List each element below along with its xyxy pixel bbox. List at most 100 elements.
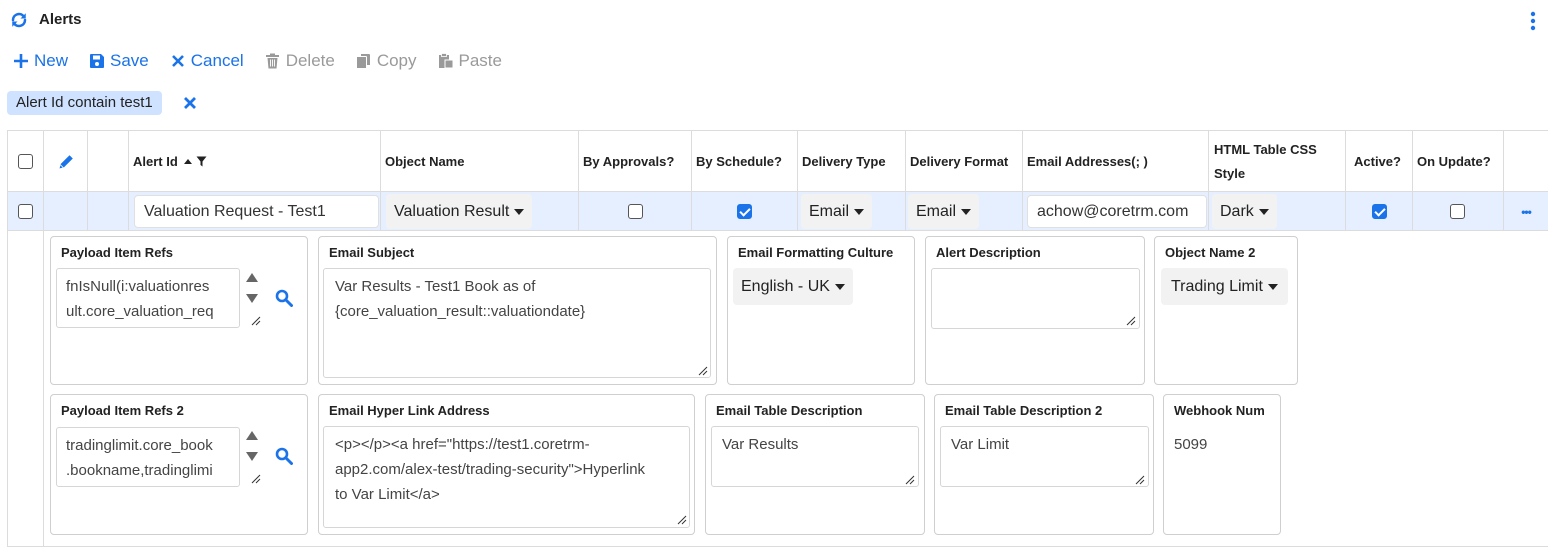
resize-handle-icon[interactable] xyxy=(251,474,261,484)
payload-item-refs-line1: fnIsNull(i:valuationres xyxy=(66,278,210,295)
email-table-description-label: Email Table Description xyxy=(716,403,863,418)
alert-id-input[interactable]: Valuation Request - Test1 xyxy=(134,195,379,228)
on-update-header[interactable]: On Update? xyxy=(1413,131,1504,192)
active-cell xyxy=(1346,192,1413,231)
html-css-style-value: Dark xyxy=(1220,202,1254,220)
select-all-cell xyxy=(8,131,44,192)
sort-ascending-icon[interactable] xyxy=(183,158,193,166)
email-addresses-input[interactable]: achow@coretrm.com xyxy=(1027,195,1207,228)
active-checkbox[interactable] xyxy=(1371,204,1387,219)
webhook-num-value: 5099 xyxy=(1174,436,1208,453)
delivery-type-header[interactable]: Delivery Type xyxy=(798,131,906,192)
delivery-type-dropdown[interactable]: Email xyxy=(801,194,873,229)
chevron-down-icon xyxy=(1267,283,1278,290)
resize-handle-icon[interactable] xyxy=(1135,475,1145,485)
on-update-cell xyxy=(1413,192,1504,231)
by-approvals-header[interactable]: By Approvals? xyxy=(579,131,692,192)
email-table-description-2-label: Email Table Description 2 xyxy=(945,403,1103,418)
select-all-checkbox[interactable] xyxy=(18,154,33,169)
alert-description-textarea[interactable] xyxy=(931,268,1140,329)
resize-handle-icon[interactable] xyxy=(905,475,915,485)
row-spacer-cell xyxy=(88,192,129,231)
resize-handle-icon[interactable] xyxy=(698,366,708,376)
email-table-description-textarea[interactable]: Var Results xyxy=(711,426,919,487)
copy-button[interactable]: Copy xyxy=(355,51,417,71)
new-button[interactable]: New xyxy=(12,51,68,71)
delivery-format-cell: Email xyxy=(906,192,1023,231)
resize-handle-icon[interactable] xyxy=(1126,316,1136,326)
object-name-2-dropdown[interactable]: Trading Limit xyxy=(1161,268,1288,305)
cancel-label: Cancel xyxy=(190,51,244,70)
email-hyper-link-line3: to Var Limit</a> xyxy=(335,486,440,503)
delivery-type-value: Email xyxy=(809,202,850,220)
by-schedule-header[interactable]: By Schedule? xyxy=(692,131,798,192)
spacer-header xyxy=(88,131,129,192)
alert-id-cell: Valuation Request - Test1 xyxy=(129,192,381,231)
email-subject-textarea[interactable]: Var Results - Test1 Book as of {core_val… xyxy=(323,268,711,378)
save-button[interactable]: Save xyxy=(88,51,149,71)
alert-id-header[interactable]: Alert Id xyxy=(129,131,381,192)
webhook-num-label: Webhook Num xyxy=(1174,403,1265,418)
payload-item-refs-textarea[interactable]: fnIsNull(i:valuationres ult.core_valuati… xyxy=(56,268,240,328)
copy-icon xyxy=(355,52,373,70)
page-title: Alerts xyxy=(39,11,82,28)
by-schedule-cell xyxy=(692,192,798,231)
html-css-header-line2: Style xyxy=(1214,165,1246,181)
remove-filter-icon[interactable] xyxy=(183,92,199,114)
email-subject-label: Email Subject xyxy=(329,245,415,260)
chevron-down-icon xyxy=(514,208,525,215)
row-more-icon[interactable]: ••• xyxy=(1504,192,1548,231)
by-approvals-checkbox[interactable] xyxy=(627,204,643,219)
search-icon[interactable] xyxy=(275,289,293,307)
delete-button[interactable]: Delete xyxy=(264,51,335,71)
save-label: Save xyxy=(110,51,149,70)
paste-icon xyxy=(437,52,455,70)
row-select-checkbox[interactable] xyxy=(18,204,33,219)
delivery-format-value: Email xyxy=(916,202,957,220)
html-table-css-style-header[interactable]: HTML Table CSS Style xyxy=(1209,131,1346,192)
detail-divider xyxy=(43,231,44,547)
payload-item-refs-label: Payload Item Refs xyxy=(61,245,173,260)
close-icon xyxy=(169,52,187,70)
html-css-style-dropdown[interactable]: Dark xyxy=(1212,194,1277,229)
toolbar: New Save Cancel Delete Copy Paste xyxy=(12,51,522,71)
filter-icon[interactable] xyxy=(196,156,207,167)
pencil-icon[interactable] xyxy=(56,152,76,172)
chevron-down-icon xyxy=(961,208,972,215)
email-hyper-link-line2: app2.com/alex-test/trading-security">Hyp… xyxy=(335,461,646,478)
resize-handle-icon[interactable] xyxy=(251,316,261,326)
refresh-icon[interactable] xyxy=(10,11,28,29)
search-icon[interactable] xyxy=(275,447,293,465)
paste-label: Paste xyxy=(458,51,502,70)
delivery-format-header[interactable]: Delivery Format xyxy=(906,131,1023,192)
email-formatting-culture-dropdown[interactable]: English - UK xyxy=(733,268,853,305)
kebab-menu-icon[interactable] xyxy=(1524,10,1542,32)
scroll-stepper[interactable] xyxy=(242,270,262,306)
email-hyper-link-address-textarea[interactable]: <p></p><a href="https://test1.coretrm- a… xyxy=(323,426,690,528)
email-hyper-link-address-label: Email Hyper Link Address xyxy=(329,403,490,418)
html-css-header-line1: HTML Table CSS xyxy=(1214,141,1317,157)
chevron-down-icon xyxy=(1258,208,1269,215)
payload-item-refs-2-line2: .bookname,tradinglimi xyxy=(66,462,213,479)
email-hyper-link-line1: <p></p><a href="https://test1.coretrm- xyxy=(335,436,590,453)
paste-button[interactable]: Paste xyxy=(437,51,502,71)
active-header[interactable]: Active? xyxy=(1346,131,1413,192)
by-schedule-checkbox[interactable] xyxy=(737,204,752,219)
email-addresses-header[interactable]: Email Addresses(; ) xyxy=(1023,131,1209,192)
email-table-description-2-textarea[interactable]: Var Limit xyxy=(940,426,1149,487)
email-formatting-culture-value: English - UK xyxy=(741,277,830,295)
cancel-button[interactable]: Cancel xyxy=(169,51,244,71)
resize-handle-icon[interactable] xyxy=(677,515,687,525)
object-name-header[interactable]: Object Name xyxy=(381,131,579,192)
email-formatting-culture-label: Email Formatting Culture xyxy=(738,245,894,260)
actions-header xyxy=(1504,131,1548,192)
object-name-dropdown[interactable]: Valuation Result xyxy=(386,194,533,229)
delivery-type-cell: Email xyxy=(798,192,906,231)
on-update-checkbox[interactable] xyxy=(1449,204,1465,219)
scroll-stepper[interactable] xyxy=(242,428,262,464)
delivery-format-dropdown[interactable]: Email xyxy=(908,194,980,229)
object-name-2-label: Object Name 2 xyxy=(1165,245,1256,260)
payload-item-refs-2-textarea[interactable]: tradinglimit.core_book .bookname,trading… xyxy=(56,427,240,487)
copy-label: Copy xyxy=(376,51,417,70)
object-name-cell: Valuation Result xyxy=(381,192,579,231)
